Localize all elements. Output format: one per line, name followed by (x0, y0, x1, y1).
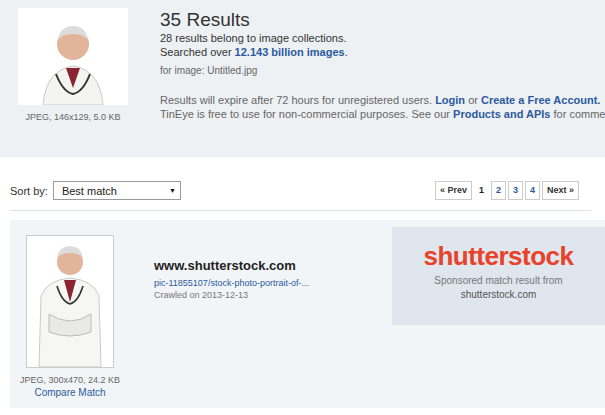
result-photo[interactable] (26, 235, 114, 368)
for-image: for image: Untitled.jpg (160, 64, 605, 78)
results-count: 35 Results (160, 9, 605, 31)
pagination: « Prev1234Next » (435, 181, 579, 200)
page-button[interactable]: 3 (508, 181, 523, 200)
page-button[interactable]: « Prev (435, 181, 472, 200)
result-domain[interactable]: www.shutterstock.com (154, 258, 392, 274)
login-link[interactable]: Login (435, 94, 465, 106)
result-row: JPEG, 300x470, 24.2 KB Compare Match www.s… (10, 220, 605, 408)
searched-count-link[interactable]: 12.143 billion images (235, 46, 345, 58)
query-image-column: JPEG, 146x129, 5.0 KB (18, 8, 128, 157)
tineye-page: JPEG, 146x129, 5.0 KB 35 Results28 result… (0, 0, 605, 415)
sort-select[interactable]: Best match ▼ (53, 181, 181, 200)
query-header: JPEG, 146x129, 5.0 KB 35 Results28 result… (0, 0, 605, 157)
result-link[interactable]: pic-11855107/stock-photo-portrait-of-... (154, 278, 392, 288)
query-image-caption: JPEG, 146x129, 5.0 KB (25, 112, 120, 122)
crawled-date: Crawled on 2013-12-13 (154, 290, 392, 300)
results-toolbar: Sort by: Best match ▼ « Prev1234Next » (0, 157, 605, 200)
sponsor-site: shutterstock.com (461, 289, 537, 300)
sort-control: Sort by: Best match ▼ (10, 181, 181, 200)
sponsor-note: Sponsored match result from (434, 275, 562, 286)
result-image-caption: JPEG, 300x470, 24.2 KB (20, 375, 120, 385)
collections-note: 28 results belong to image collections. (160, 31, 605, 45)
query-photo (18, 8, 128, 105)
page-button[interactable]: 2 (491, 181, 506, 200)
sort-value: Best match (62, 185, 117, 197)
result-info: www.shutterstock.com pic-11855107/stock-p… (122, 227, 392, 300)
sponsor-box[interactable]: shutterstock Sponsored match result from s… (392, 227, 605, 325)
page-button[interactable]: 4 (525, 181, 540, 200)
products-link[interactable]: Products and APIs (453, 108, 550, 120)
doctor-photo-icon (27, 236, 113, 367)
dropdown-arrow-icon: ▼ (169, 187, 176, 194)
compare-match-link[interactable]: Compare Match (34, 387, 105, 398)
query-info: 35 Results28 results belong to image col… (160, 8, 605, 157)
doctor-photo-icon (18, 8, 128, 105)
shutterstock-logo: shutterstock (423, 241, 573, 271)
page-button[interactable]: 1 (474, 181, 489, 200)
divider (10, 210, 591, 211)
result-image-column: JPEG, 300x470, 24.2 KB Compare Match (18, 227, 122, 398)
free-notice: TinEye is free to use for non-commercial… (160, 107, 605, 121)
page-button[interactable]: Next » (542, 181, 579, 200)
create-account-link[interactable]: Create a Free Account. (481, 94, 600, 106)
sort-label: Sort by: (10, 185, 48, 197)
expire-notice: Results will expire after 72 hours for u… (160, 93, 605, 107)
searched-line: Searched over 12.143 billion images. (160, 45, 605, 59)
